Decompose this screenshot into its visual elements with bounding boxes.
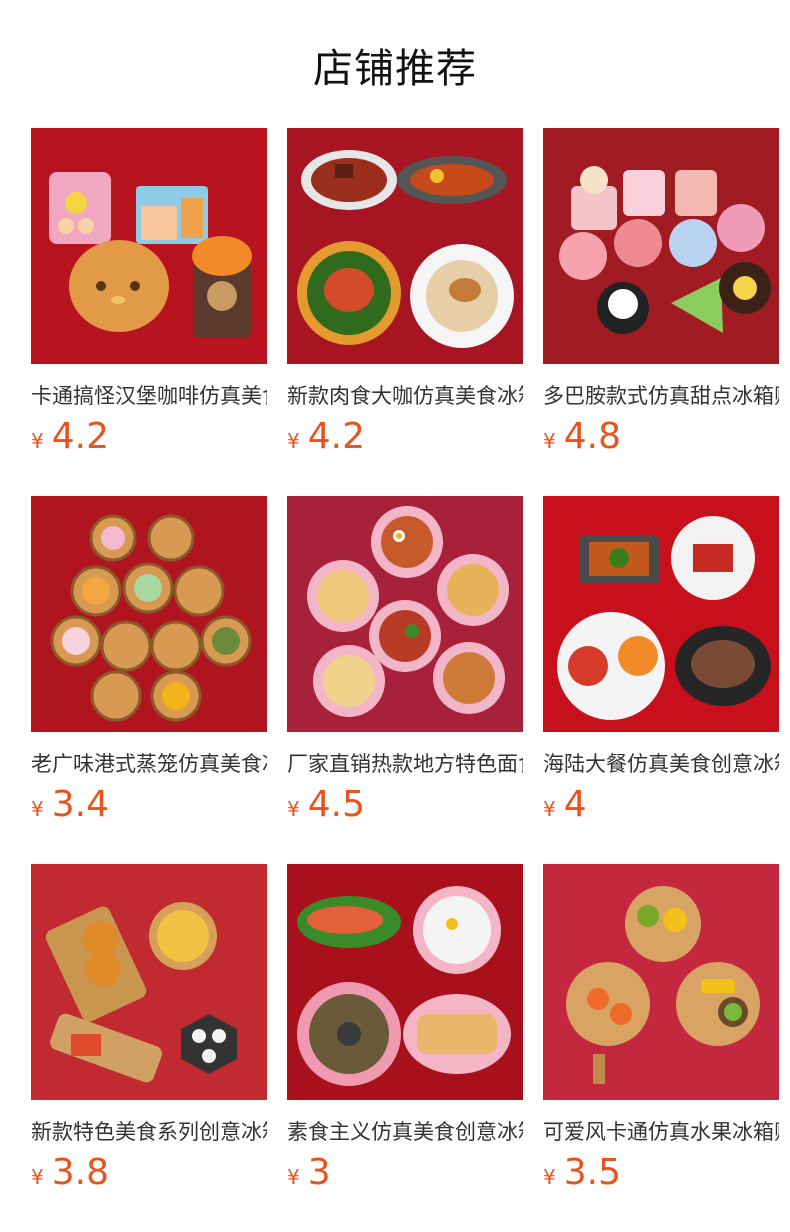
fruit-board-icon <box>543 864 779 1100</box>
currency-symbol: ¥ <box>543 1165 556 1189</box>
product-card[interactable]: 多巴胺款式仿真甜点冰箱贴 ¥4.8 <box>543 128 779 458</box>
product-name[interactable]: 新款肉食大咖仿真美食冰箱贴 <box>287 380 523 412</box>
currency-symbol: ¥ <box>287 429 300 453</box>
page-title: 店铺推荐 <box>313 46 477 92</box>
product-image[interactable] <box>31 864 267 1100</box>
product-image[interactable] <box>543 864 779 1100</box>
price-value: 3.8 <box>51 1152 109 1193</box>
product-image[interactable] <box>543 128 779 364</box>
currency-symbol: ¥ <box>287 797 300 821</box>
price-value: 4.5 <box>307 784 365 825</box>
product-card[interactable]: 新款肉食大咖仿真美食冰箱贴 ¥4.2 <box>287 128 523 458</box>
product-image[interactable] <box>31 128 267 364</box>
currency-symbol: ¥ <box>543 429 556 453</box>
product-card[interactable]: 可爱风卡通仿真水果冰箱贴 ¥3.5 <box>543 864 779 1194</box>
product-image[interactable] <box>287 128 523 364</box>
dim-sum-icon <box>31 496 267 732</box>
product-card[interactable]: 海陆大餐仿真美食创意冰箱贴 ¥4 <box>543 496 779 826</box>
product-name[interactable]: 素食主义仿真美食创意冰箱贴 <box>287 1116 523 1148</box>
product-image[interactable] <box>543 496 779 732</box>
product-price: ¥3 <box>287 1152 331 1194</box>
product-name[interactable]: 多巴胺款式仿真甜点冰箱贴 <box>543 380 779 412</box>
product-image[interactable] <box>287 496 523 732</box>
currency-symbol: ¥ <box>31 1165 44 1189</box>
price-value: 4 <box>563 784 587 825</box>
product-name[interactable]: 海陆大餐仿真美食创意冰箱贴 <box>543 748 779 780</box>
cartoon-food-icon <box>31 128 267 364</box>
product-price: ¥4.8 <box>543 416 621 458</box>
currency-symbol: ¥ <box>31 429 44 453</box>
product-price: ¥4 <box>543 784 587 826</box>
product-card[interactable]: 老广味港式蒸笼仿真美食冰箱贴 ¥3.4 <box>31 496 267 826</box>
product-card[interactable]: 厂家直销热款地方特色面食冰箱贴 ¥4.5 <box>287 496 523 826</box>
product-price: ¥4.5 <box>287 784 365 826</box>
price-value: 3.5 <box>563 1152 621 1193</box>
currency-symbol: ¥ <box>287 1165 300 1189</box>
product-name[interactable]: 新款特色美食系列创意冰箱贴 <box>31 1116 267 1148</box>
product-price: ¥4.2 <box>287 416 365 458</box>
product-price: ¥3.4 <box>31 784 109 826</box>
product-name[interactable]: 老广味港式蒸笼仿真美食冰箱贴 <box>31 748 267 780</box>
snack-board-icon <box>31 864 267 1100</box>
product-price: ¥3.8 <box>31 1152 109 1194</box>
product-card[interactable]: 素食主义仿真美食创意冰箱贴 ¥3 <box>287 864 523 1194</box>
cake-icon <box>543 128 779 364</box>
product-card[interactable]: 卡通搞怪汉堡咖啡仿真美食冰箱贴 ¥4.2 <box>31 128 267 458</box>
product-name[interactable]: 可爱风卡通仿真水果冰箱贴 <box>543 1116 779 1148</box>
veggie-plate-icon <box>287 864 523 1100</box>
currency-symbol: ¥ <box>543 797 556 821</box>
meat-dish-icon <box>287 128 523 364</box>
product-price: ¥4.2 <box>31 416 109 458</box>
price-value: 4.2 <box>307 416 365 457</box>
product-name[interactable]: 厂家直销热款地方特色面食冰箱贴 <box>287 748 523 780</box>
price-value: 4.2 <box>51 416 109 457</box>
price-value: 3 <box>307 1152 331 1193</box>
currency-symbol: ¥ <box>31 797 44 821</box>
product-price: ¥3.5 <box>543 1152 621 1194</box>
price-value: 4.8 <box>563 416 621 457</box>
product-card[interactable]: 新款特色美食系列创意冰箱贴 ¥3.8 <box>31 864 267 1194</box>
product-image[interactable] <box>31 496 267 732</box>
product-image[interactable] <box>287 864 523 1100</box>
price-value: 3.4 <box>51 784 109 825</box>
product-name[interactable]: 卡通搞怪汉堡咖啡仿真美食冰箱贴 <box>31 380 267 412</box>
noodle-bowl-icon <box>287 496 523 732</box>
seafood-icon <box>543 496 779 732</box>
